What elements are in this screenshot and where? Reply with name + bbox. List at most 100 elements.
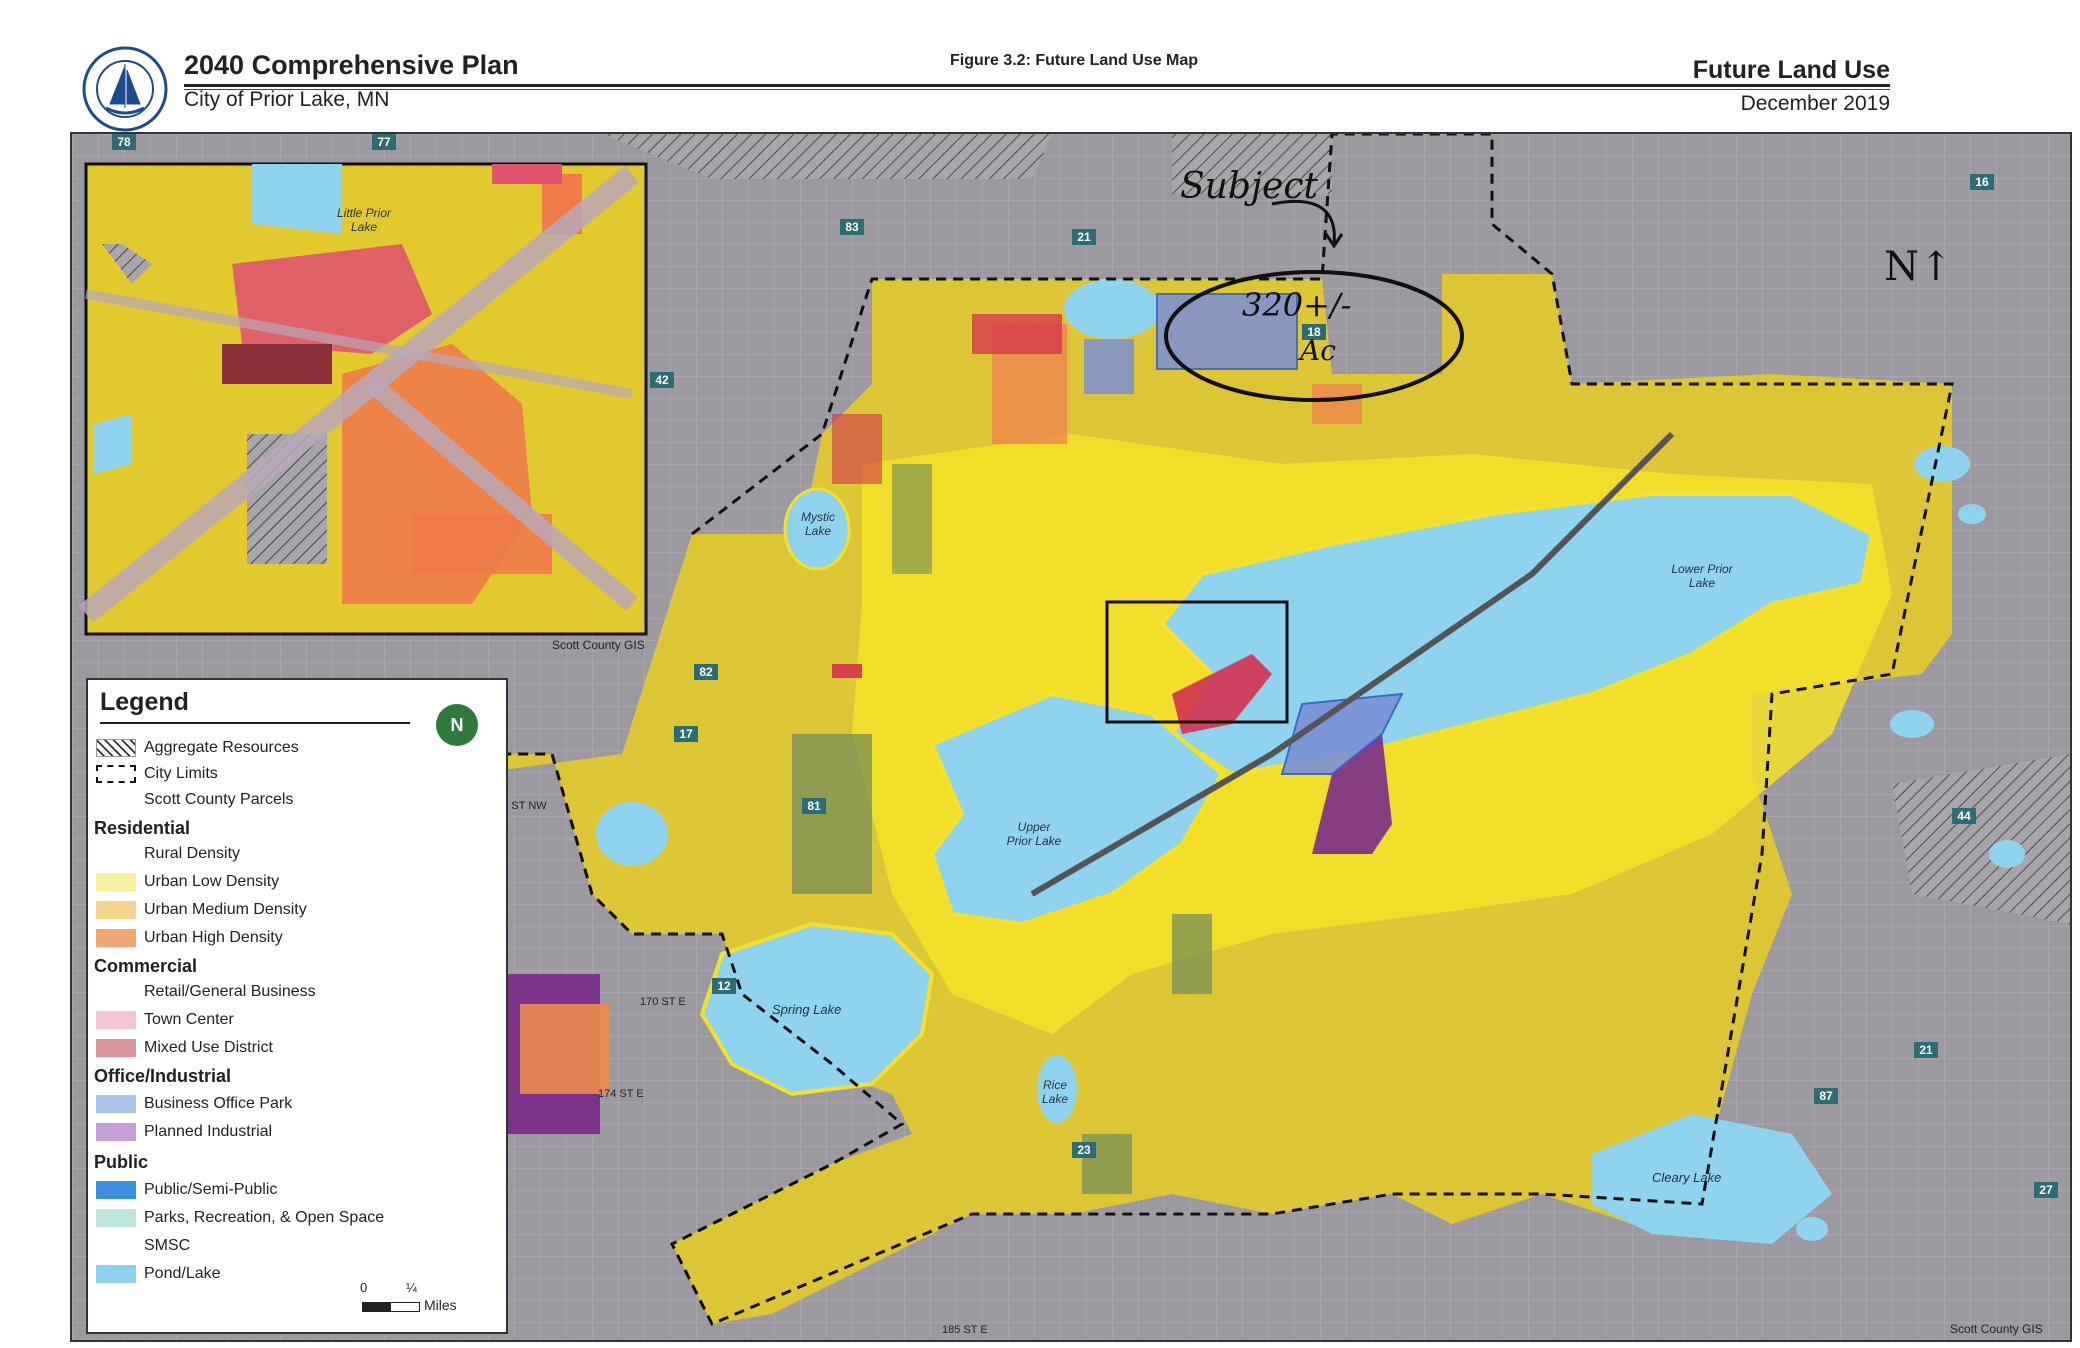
shield-number: 16 bbox=[1975, 175, 1989, 189]
street-label: 170 ST E bbox=[640, 996, 686, 1008]
shield-44: 44 bbox=[1952, 808, 1976, 824]
legend-item-town-center: Town Center bbox=[96, 1008, 234, 1032]
shield-77: 77 bbox=[372, 134, 396, 150]
header-rule bbox=[184, 84, 1890, 87]
shield-number: 82 bbox=[699, 665, 713, 679]
shield-number: 23 bbox=[1077, 1143, 1091, 1157]
legend-item-pond-lake: Pond/Lake bbox=[96, 1262, 221, 1286]
park-open-space[interactable] bbox=[1172, 914, 1212, 994]
swatch bbox=[96, 983, 136, 1001]
lower-prior-lake-label: Lower Prior Lake bbox=[1671, 562, 1733, 590]
scale-bar bbox=[362, 1302, 420, 1312]
shield-number: 44 bbox=[1957, 809, 1971, 823]
north-arrow-icon: N bbox=[436, 704, 478, 746]
header-rule-thin bbox=[184, 89, 1890, 90]
map-title: Future Land Use bbox=[1692, 56, 1890, 84]
shield-17: 17 bbox=[674, 726, 698, 742]
shield-number: 87 bbox=[1819, 1089, 1833, 1103]
legend-heading-public: Public bbox=[94, 1152, 149, 1172]
shield-82: 82 bbox=[694, 664, 718, 680]
acreage-label: 320+/- bbox=[1242, 286, 1352, 324]
legend-item-public-semi-public: Public/Semi-Public bbox=[96, 1178, 277, 1202]
acreage-unit-label: Ac bbox=[1300, 334, 1336, 367]
shield-number: 21 bbox=[1919, 1043, 1933, 1057]
swatch bbox=[96, 1181, 136, 1199]
city-seal-icon bbox=[82, 46, 168, 132]
plan-city: City of Prior Lake, MN bbox=[184, 88, 390, 111]
mixed-use-inset[interactable] bbox=[492, 164, 562, 184]
shield-number: 81 bbox=[807, 799, 821, 813]
shield-number: 21 bbox=[1077, 230, 1091, 244]
pond bbox=[1890, 710, 1934, 738]
mixed-use-inset[interactable] bbox=[222, 344, 332, 384]
legend-rule bbox=[100, 722, 410, 724]
upper-prior-lake-label: Upper Prior Lake bbox=[1006, 820, 1062, 848]
shield-21b: 21 bbox=[1914, 1042, 1938, 1058]
shield-number: 17 bbox=[679, 727, 693, 741]
mystic-lake-label: Mystic Lake bbox=[801, 510, 835, 538]
park-open-space[interactable] bbox=[892, 464, 932, 574]
shield-42: 42 bbox=[650, 372, 674, 388]
figure-title: Figure 3.2: Future Land Use Map bbox=[950, 52, 1199, 69]
swatch bbox=[96, 1011, 136, 1029]
legend-item-smsc: SMSC bbox=[96, 1234, 190, 1258]
swatch bbox=[96, 1039, 136, 1057]
street-label: 174 ST E bbox=[598, 1088, 644, 1100]
legend-item-medium-density: Urban Medium Density bbox=[96, 898, 307, 922]
downtown-inset-map[interactable] bbox=[79, 162, 648, 636]
map-credit: Scott County GIS bbox=[1950, 1322, 2043, 1336]
swatch bbox=[96, 1209, 136, 1227]
shield-16: 16 bbox=[1970, 174, 1994, 190]
swatch bbox=[96, 1265, 136, 1283]
legend-item-business-park: Business Office Park bbox=[96, 1092, 292, 1116]
legend-item-retail: Retail/General Business bbox=[96, 980, 316, 1004]
shield-number: 27 bbox=[2039, 1183, 2053, 1197]
mixed-use-area[interactable] bbox=[832, 414, 882, 484]
pond bbox=[1989, 840, 2025, 868]
swatch bbox=[96, 901, 136, 919]
shield-78: 78 bbox=[112, 134, 136, 150]
rice-lake-label: Rice Lake bbox=[1041, 1078, 1069, 1106]
legend: Legend N Aggregate Resources City Limits… bbox=[86, 678, 508, 1334]
inset-credit: Scott County GIS bbox=[552, 638, 645, 652]
urban-high-density-area[interactable] bbox=[520, 1004, 610, 1094]
urban-high-density-area[interactable] bbox=[1312, 384, 1362, 424]
swatch bbox=[96, 1123, 136, 1141]
spring-lake-label: Spring Lake bbox=[772, 1002, 842, 1017]
legend-item-parks: Parks, Recreation, & Open Space bbox=[96, 1206, 384, 1230]
pond bbox=[1064, 279, 1160, 339]
cleary-lake-label: Cleary Lake bbox=[1652, 1170, 1722, 1185]
shield-81: 81 bbox=[802, 798, 826, 814]
shield-number: 42 bbox=[655, 373, 669, 387]
mixed-use-area[interactable] bbox=[972, 314, 1062, 354]
legend-item-rural: Rural Density bbox=[96, 842, 240, 866]
mixed-use-area[interactable] bbox=[832, 664, 862, 678]
swatch bbox=[96, 1237, 136, 1255]
little-prior-lake-label: Little Prior Lake bbox=[336, 206, 392, 234]
pond bbox=[596, 802, 668, 866]
plan-title: 2040 Comprehensive Plan bbox=[184, 50, 519, 80]
little-prior-lake-inset[interactable] bbox=[252, 164, 342, 234]
shield-23: 23 bbox=[1072, 1142, 1096, 1158]
scale-end: ¼ bbox=[406, 1280, 417, 1295]
shield-21: 21 bbox=[1072, 229, 1096, 245]
shield-87: 87 bbox=[1814, 1088, 1838, 1104]
swatch bbox=[96, 845, 136, 863]
legend-item-high-density: Urban High Density bbox=[96, 926, 283, 950]
parcel-swatch bbox=[96, 791, 136, 809]
business-office-park-area[interactable] bbox=[1084, 339, 1134, 394]
map-date: December 2019 bbox=[1740, 92, 1890, 115]
legend-item-low-density: Urban Low Density bbox=[96, 870, 279, 894]
dash-swatch bbox=[96, 765, 136, 783]
legend-title: Legend bbox=[100, 688, 189, 716]
swatch bbox=[96, 873, 136, 891]
legend-item-aggregate: Aggregate Resources bbox=[96, 736, 299, 760]
pond bbox=[1796, 1217, 1828, 1241]
map-header: 2040 Comprehensive Plan City of Prior La… bbox=[0, 0, 2080, 132]
handwritten-north-label: N↑ bbox=[1884, 244, 1953, 290]
hatch-swatch bbox=[96, 739, 136, 757]
shield-83: 83 bbox=[840, 219, 864, 235]
swatch bbox=[96, 929, 136, 947]
legend-item-parcels: Scott County Parcels bbox=[96, 788, 293, 812]
legend-heading-office-industrial: Office/Industrial bbox=[94, 1066, 232, 1086]
